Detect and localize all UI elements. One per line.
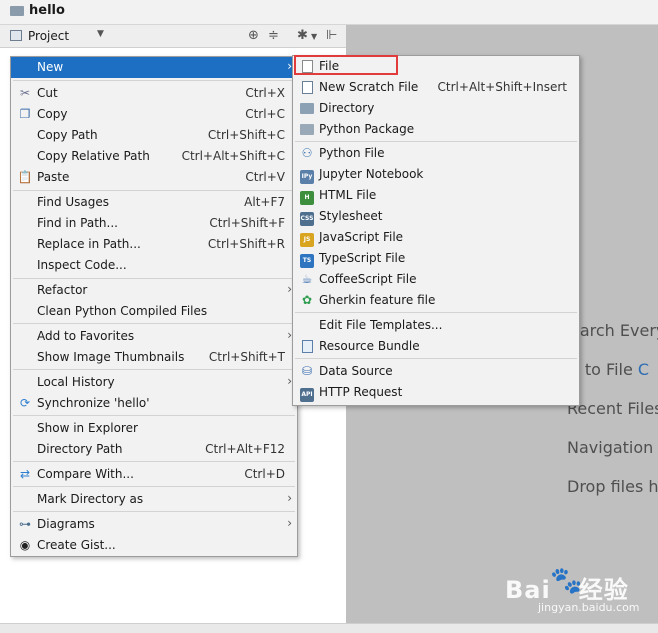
project-view-selector[interactable]: Project bbox=[28, 29, 69, 43]
menu-item-find-in-path[interactable]: Find in Path... Ctrl+Shift+F bbox=[11, 213, 297, 234]
menu-item-create-gist[interactable]: ◉ Create Gist... bbox=[11, 535, 297, 556]
project-tool-window-header: Project ▼ ⊕ ≑ ✱ ▼ ⊩ bbox=[0, 25, 346, 48]
github-icon: ◉ bbox=[19, 538, 31, 552]
menu-separator bbox=[13, 323, 295, 324]
menu-separator bbox=[13, 80, 295, 81]
resource-bundle-icon bbox=[299, 339, 315, 354]
submenu-item-resource-bundle[interactable]: Resource Bundle bbox=[293, 336, 579, 357]
diagram-icon: ⊶ bbox=[19, 517, 31, 531]
html-icon: H bbox=[299, 188, 315, 205]
menu-separator bbox=[13, 486, 295, 487]
submenu-item-python-file[interactable]: ⚇ Python File bbox=[293, 143, 579, 164]
submenu-item-directory[interactable]: Directory bbox=[293, 98, 579, 119]
collapse-all-icon[interactable]: ≑ bbox=[268, 28, 279, 43]
copy-icon: ❐ bbox=[19, 107, 31, 121]
typescript-icon: TS bbox=[299, 251, 315, 268]
jupyter-icon: IPy bbox=[299, 167, 315, 184]
submenu-item-gherkin-feature-file[interactable]: ✿ Gherkin feature file bbox=[293, 290, 579, 311]
menu-separator bbox=[295, 358, 577, 359]
submenu-item-python-package[interactable]: Python Package bbox=[293, 119, 579, 140]
submenu-item-edit-file-templates[interactable]: Edit File Templates... bbox=[293, 315, 579, 336]
navigation-bar: hello bbox=[0, 0, 658, 25]
menu-item-copy-path[interactable]: Copy Path Ctrl+Shift+C bbox=[11, 125, 297, 146]
hint-search-everywhere: earch Every bbox=[570, 321, 658, 340]
sync-icon: ⟳ bbox=[19, 396, 31, 410]
hint-recent-files: Recent Files bbox=[567, 399, 658, 418]
new-submenu: File New Scratch File Ctrl+Alt+Shift+Inse… bbox=[292, 55, 580, 406]
menu-item-inspect-code[interactable]: Inspect Code... bbox=[11, 255, 297, 276]
menu-item-copy-relative-path[interactable]: Copy Relative Path Ctrl+Alt+Shift+C bbox=[11, 146, 297, 167]
menu-item-replace-in-path[interactable]: Replace in Path... Ctrl+Shift+R bbox=[11, 234, 297, 255]
gear-icon[interactable]: ✱ bbox=[297, 28, 308, 43]
submenu-item-jupyter-notebook[interactable]: IPy Jupyter Notebook bbox=[293, 164, 579, 185]
menu-item-show-in-explorer[interactable]: Show in Explorer bbox=[11, 418, 297, 439]
submenu-item-new-scratch-file[interactable]: New Scratch File Ctrl+Alt+Shift+Insert bbox=[293, 77, 579, 98]
menu-item-paste[interactable]: 📋 Paste Ctrl+V bbox=[11, 167, 297, 188]
menu-separator bbox=[13, 369, 295, 370]
folder-icon bbox=[10, 6, 24, 16]
locate-icon[interactable]: ⊕ bbox=[248, 28, 259, 43]
javascript-icon: JS bbox=[299, 230, 315, 247]
hint-drop-files: Drop files he bbox=[567, 477, 658, 496]
menu-separator bbox=[13, 511, 295, 512]
menu-separator bbox=[295, 312, 577, 313]
compare-icon: ⇄ bbox=[19, 467, 31, 481]
scratch-file-icon bbox=[299, 80, 315, 95]
api-icon: API bbox=[299, 385, 315, 402]
database-icon: ⛁ bbox=[301, 364, 313, 378]
python-icon: ⚇ bbox=[301, 146, 313, 160]
menu-item-show-image-thumbnails[interactable]: Show Image Thumbnails Ctrl+Shift+T bbox=[11, 347, 297, 368]
scissors-icon: ✂ bbox=[19, 86, 31, 100]
submenu-item-data-source[interactable]: ⛁ Data Source bbox=[293, 361, 579, 382]
submenu-item-coffeescript-file[interactable]: ☕ CoffeeScript File bbox=[293, 269, 579, 290]
file-highlight-box bbox=[294, 55, 398, 75]
menu-item-refactor[interactable]: Refactor › bbox=[11, 280, 297, 301]
project-context-menu: New › ✂ Cut Ctrl+X ❐ Copy Ctrl+C Copy Path Ctr… bbox=[10, 56, 298, 557]
menu-separator bbox=[13, 415, 295, 416]
project-breadcrumb[interactable]: hello bbox=[29, 3, 65, 18]
menu-item-find-usages[interactable]: Find Usages Alt+F7 bbox=[11, 192, 297, 213]
submenu-item-http-request[interactable]: API HTTP Request bbox=[293, 382, 579, 403]
menu-separator bbox=[13, 278, 295, 279]
menu-separator bbox=[13, 190, 295, 191]
submenu-item-typescript-file[interactable]: TS TypeScript File bbox=[293, 248, 579, 269]
hint-go-to-file: o to File C bbox=[570, 360, 650, 379]
project-icon bbox=[10, 30, 22, 41]
menu-item-new[interactable]: New › bbox=[11, 57, 297, 78]
menu-separator bbox=[295, 141, 577, 142]
chevron-right-icon: › bbox=[287, 491, 292, 505]
submenu-item-html-file[interactable]: H HTML File bbox=[293, 185, 579, 206]
menu-item-compare-with[interactable]: ⇄ Compare With... Ctrl+D bbox=[11, 464, 297, 485]
menu-item-add-to-favorites[interactable]: Add to Favorites › bbox=[11, 326, 297, 347]
coffeescript-icon: ☕ bbox=[301, 272, 313, 286]
submenu-item-stylesheet[interactable]: CSS Stylesheet bbox=[293, 206, 579, 227]
menu-item-copy[interactable]: ❐ Copy Ctrl+C bbox=[11, 104, 297, 125]
chevron-right-icon: › bbox=[287, 516, 292, 530]
menu-item-diagrams[interactable]: ⊶ Diagrams › bbox=[11, 514, 297, 535]
gherkin-icon: ✿ bbox=[301, 293, 313, 307]
watermark-domain: jingyan.baidu.com bbox=[538, 601, 640, 614]
menu-item-clean-python-compiled[interactable]: Clean Python Compiled Files bbox=[11, 301, 297, 322]
menu-item-directory-path[interactable]: Directory Path Ctrl+Alt+F12 bbox=[11, 439, 297, 460]
paste-icon: 📋 bbox=[17, 170, 33, 184]
css-icon: CSS bbox=[299, 209, 315, 226]
menu-item-cut[interactable]: ✂ Cut Ctrl+X bbox=[11, 83, 297, 104]
hint-navigation-bar: Navigation I bbox=[567, 438, 658, 457]
hide-panel-icon[interactable]: ⊩ bbox=[326, 28, 337, 43]
chevron-down-icon[interactable]: ▼ bbox=[97, 29, 104, 39]
package-folder-icon bbox=[299, 122, 315, 137]
submenu-item-javascript-file[interactable]: JS JavaScript File bbox=[293, 227, 579, 248]
paw-icon: 🐾 bbox=[550, 566, 583, 596]
menu-separator bbox=[13, 461, 295, 462]
menu-item-mark-directory-as[interactable]: Mark Directory as › bbox=[11, 489, 297, 510]
menu-item-synchronize[interactable]: ⟳ Synchronize 'hello' bbox=[11, 393, 297, 414]
folder-icon bbox=[299, 101, 315, 116]
gear-dropdown-icon[interactable]: ▼ bbox=[311, 32, 317, 41]
menu-item-local-history[interactable]: Local History › bbox=[11, 372, 297, 393]
